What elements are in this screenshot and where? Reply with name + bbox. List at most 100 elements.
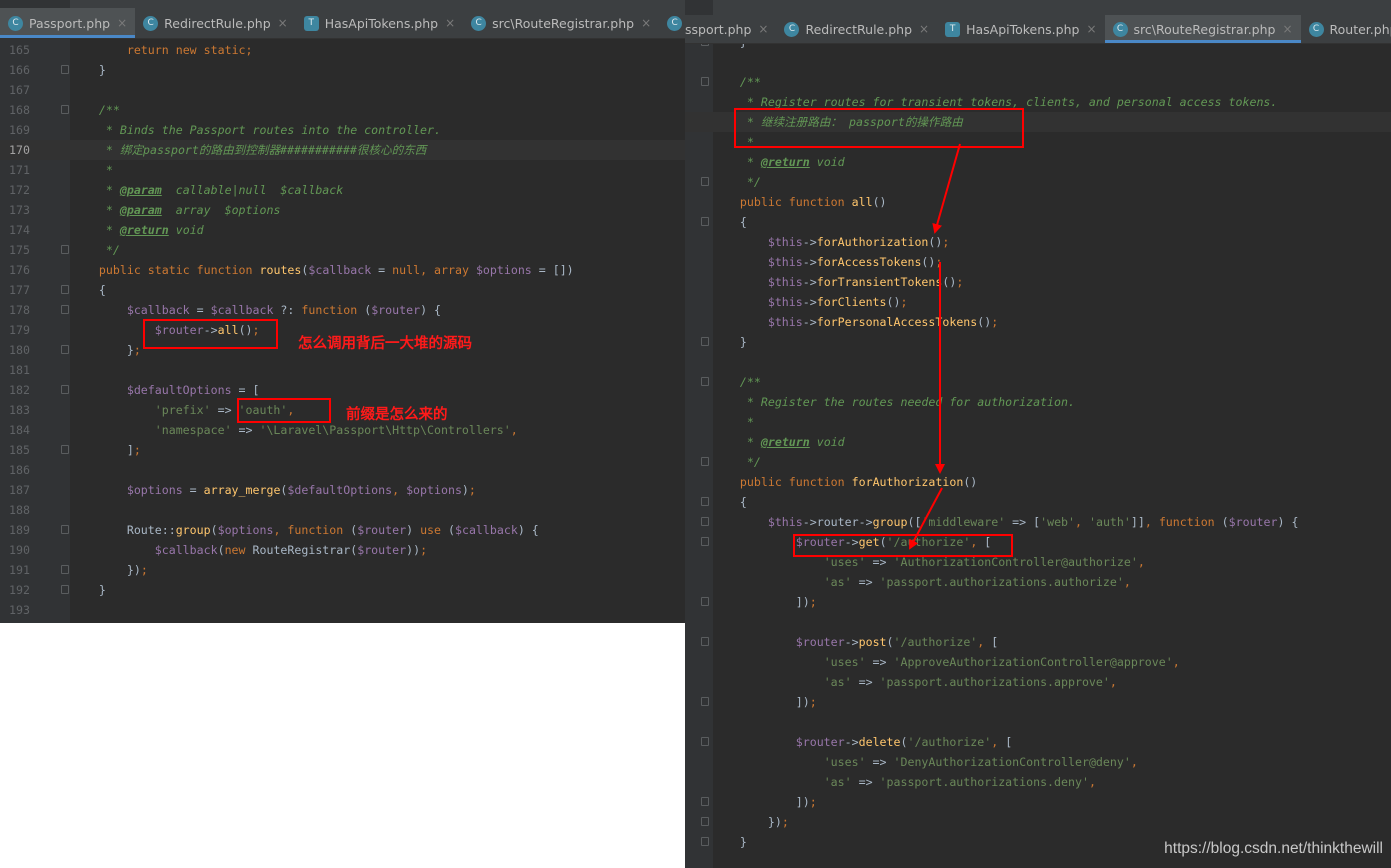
code-text: $this->forAccessTokens(); (767, 255, 943, 269)
code-text: $this->forPersonalAccessTokens(); (767, 315, 999, 329)
tab-hasapitokens-php[interactable]: T HasApiTokens.php × (296, 8, 463, 38)
tab-redirectrule-php[interactable]: C RedirectRule.php × (135, 8, 296, 38)
line-number: 170 (9, 143, 30, 157)
close-tab-icon[interactable]: × (445, 16, 455, 30)
close-tab-icon[interactable]: × (1282, 22, 1292, 36)
fold-icon[interactable] (61, 305, 69, 314)
line-number: 189 (9, 523, 30, 537)
code-line: } (685, 332, 1391, 352)
tab-redirectrule-php[interactable]: C RedirectRule.php × (776, 15, 937, 43)
code-line: * @return void (685, 152, 1391, 172)
line-number: 173 (9, 203, 30, 217)
close-tab-icon[interactable]: × (919, 22, 929, 36)
fold-icon[interactable] (61, 65, 69, 74)
code-text: }); (71, 563, 148, 577)
close-tab-icon[interactable]: × (278, 16, 288, 30)
line-number: 182 (9, 383, 30, 397)
code-text: 'as' => 'passport.authorizations.approve… (823, 675, 1117, 689)
trait-icon: T (303, 15, 319, 31)
code-text: } (712, 835, 747, 849)
class-icon: C (784, 21, 800, 37)
fold-icon[interactable] (701, 77, 709, 86)
fold-icon[interactable] (701, 597, 709, 606)
line-number: 184 (9, 423, 30, 437)
code-line: $router->delete('/authorize', [ (685, 732, 1391, 752)
fold-icon[interactable] (701, 337, 709, 346)
code-line: 167 (0, 80, 685, 100)
code-text: } (71, 63, 106, 77)
fold-icon[interactable] (61, 105, 69, 114)
line-number: 178 (9, 303, 30, 317)
code-line: /** (685, 372, 1391, 392)
annotation-box-prefix (237, 398, 331, 423)
line-number: 193 (9, 603, 30, 617)
fold-icon[interactable] (701, 837, 709, 846)
code-text: * @return void (71, 223, 204, 237)
tab-ssport-php[interactable]: ssport.php × (685, 15, 776, 43)
code-text: public function all() (739, 195, 887, 209)
fold-icon[interactable] (701, 497, 709, 506)
code-line: 170 * 绑定passport的路由到控制器###########很核心的东西 (0, 140, 685, 160)
code-line: * Register the routes needed for authori… (685, 392, 1391, 412)
code-text: * Binds the Passport routes into the con… (71, 123, 441, 137)
code-line: 166 } (0, 60, 685, 80)
code-line: { (685, 212, 1391, 232)
line-number: 176 (9, 263, 30, 277)
code-text: $defaultOptions = [ (126, 383, 260, 397)
fold-icon[interactable] (701, 817, 709, 826)
fold-icon[interactable] (61, 585, 69, 594)
fold-icon[interactable] (701, 537, 709, 546)
code-line: 183 'prefix' => 'oauth', (0, 400, 685, 420)
code-line: 176 public static function routes($callb… (0, 260, 685, 280)
fold-icon[interactable] (701, 217, 709, 226)
code-line: ]); (685, 792, 1391, 812)
tab-label: src\RouteRegistrar.php (1133, 21, 1276, 37)
fold-icon[interactable] (61, 385, 69, 394)
tab-label: src\RouteRegistrar.php (492, 15, 635, 31)
close-tab-icon[interactable]: × (641, 16, 651, 30)
close-tab-icon[interactable]: × (117, 16, 127, 30)
tab-passport-php[interactable]: C Passport.php × (0, 8, 136, 38)
code-line: 169 * Binds the Passport routes into the… (0, 120, 685, 140)
code-line: 177 { (0, 280, 685, 300)
tab-src-routeregistrar-php[interactable]: Csrc\RouteRegistrar.php × (463, 8, 659, 38)
code-line: public function all() (685, 192, 1391, 212)
editor-tab-bar: ssport.php × C RedirectRule.php × T HasApiToke… (685, 15, 1391, 44)
code-text: * @return void (712, 155, 845, 169)
line-number: 179 (9, 323, 30, 337)
code-line: ]); (685, 592, 1391, 612)
fold-icon[interactable] (701, 797, 709, 806)
fold-icon[interactable] (701, 697, 709, 706)
tab-router-php[interactable]: CRouter.php× (1301, 15, 1391, 43)
fold-icon[interactable] (61, 445, 69, 454)
close-tab-icon[interactable]: × (1086, 22, 1096, 36)
line-number: 186 (9, 463, 30, 477)
line-number: 180 (9, 343, 30, 357)
fold-icon[interactable] (61, 245, 69, 254)
fold-icon[interactable] (701, 177, 709, 186)
code-line: 193 (0, 600, 685, 620)
fold-icon[interactable] (701, 457, 709, 466)
tab-route[interactable]: CRoute (659, 8, 685, 38)
code-text: ]); (712, 695, 817, 709)
code-text: $router->post('/authorize', [ (795, 635, 999, 649)
code-line: 165 return new static; (0, 40, 685, 60)
fold-icon[interactable] (701, 737, 709, 746)
code-text: $options = array_merge($defaultOptions, … (126, 483, 476, 497)
fold-icon[interactable] (701, 377, 709, 386)
fold-icon[interactable] (61, 525, 69, 534)
close-tab-icon[interactable]: × (758, 22, 768, 36)
code-text: 'uses' => 'DenyAuthorizationController@d… (823, 755, 1138, 769)
fold-icon[interactable] (61, 345, 69, 354)
trait-icon: T (945, 21, 961, 37)
line-number: 172 (9, 183, 30, 197)
fold-icon[interactable] (701, 637, 709, 646)
code-text: */ (712, 455, 761, 469)
tab-src-routeregistrar-php[interactable]: Csrc\RouteRegistrar.php × (1104, 15, 1301, 43)
fold-icon[interactable] (61, 285, 69, 294)
right-editor-panel: ssport.php × C RedirectRule.php × T HasApiToke… (685, 0, 1391, 868)
code-text: public static function routes($callback … (98, 263, 574, 277)
fold-icon[interactable] (701, 517, 709, 526)
fold-icon[interactable] (61, 565, 69, 574)
tab-hasapitokens-php[interactable]: T HasApiTokens.php × (937, 15, 1104, 43)
